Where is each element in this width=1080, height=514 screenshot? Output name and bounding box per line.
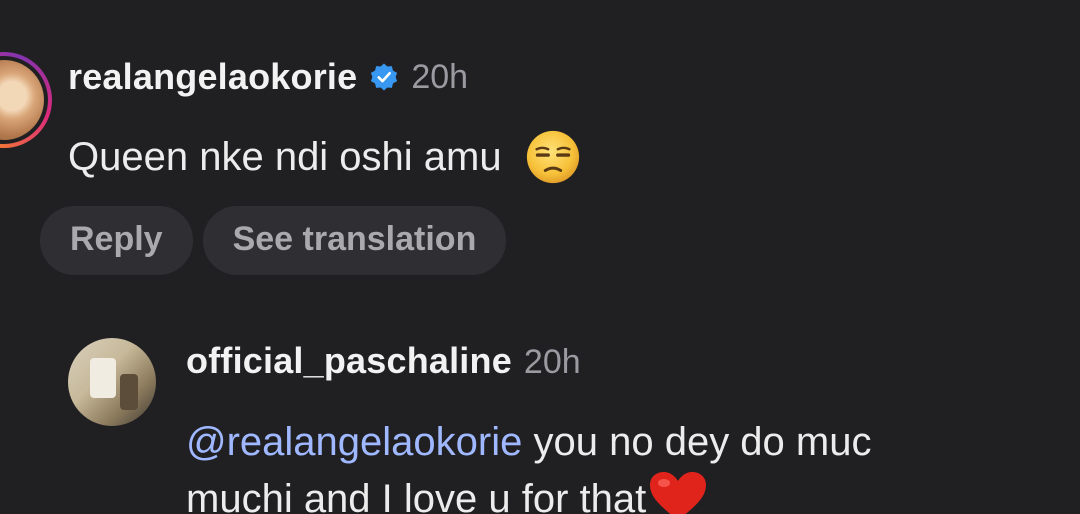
reply-button[interactable]: Reply — [40, 206, 193, 275]
comment-header: realangelaokorie 20h — [68, 56, 468, 98]
unamused-face-icon — [526, 130, 579, 184]
comment-actions: Reply See translation — [40, 206, 507, 275]
avatar — [0, 60, 44, 140]
comment-timestamp: 20h — [411, 57, 469, 96]
reply-avatar[interactable] — [68, 338, 156, 426]
reply-mention-link[interactable]: @realangelaokorie — [186, 420, 522, 464]
comments-thread: realangelaokorie 20h Queen nke ndi oshi … — [0, 0, 1080, 514]
reply-body: @realangelaokorie you no dey do muc much… — [186, 414, 1080, 514]
reply-timestamp: 20h — [523, 343, 581, 381]
reply-username[interactable]: official_paschaline — [186, 340, 512, 382]
comment-body: Queen nke ndi oshi amu — [68, 128, 582, 186]
avatar-story-ring[interactable] — [0, 52, 52, 148]
verified-badge-icon — [371, 63, 398, 91]
reply-header: official_paschaline 20h — [186, 340, 581, 382]
red-heart-icon — [650, 472, 707, 514]
reply-text-line1: you no dey do muc — [522, 420, 872, 464]
comment-text: Queen nke ndi oshi amu — [68, 134, 502, 179]
comment-username[interactable]: realangelaokorie — [68, 56, 357, 98]
reply-text-line2: muchi and I love u for that — [186, 477, 647, 514]
see-translation-button[interactable]: See translation — [202, 206, 507, 275]
